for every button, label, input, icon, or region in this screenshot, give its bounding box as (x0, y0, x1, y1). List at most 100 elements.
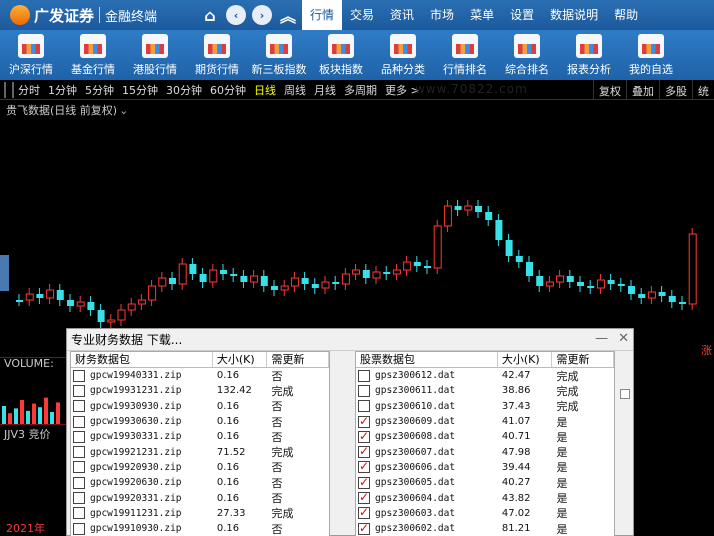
list-item[interactable]: gpcw19940331.zip 0.16 否 (71, 368, 329, 383)
toolbar-button[interactable]: 期货行情 (186, 30, 248, 80)
period-tab[interactable]: 15分钟 (118, 82, 162, 98)
column-header[interactable]: 财务数据包 (71, 352, 213, 367)
list-item[interactable]: gpsz300611.dat 38.86 完成 (356, 383, 614, 398)
list-item[interactable]: gpsz300608.dat 40.71 是 (356, 429, 614, 444)
column-header[interactable]: 需更新 (267, 352, 329, 367)
home-icon[interactable]: ⌂ (200, 5, 220, 25)
checkbox[interactable] (358, 444, 370, 459)
column-header[interactable]: 大小(K) (213, 352, 268, 367)
toolbar-button[interactable]: 新三板指数 (248, 30, 310, 80)
dialog-checkbox[interactable] (620, 389, 630, 399)
stock-package-list[interactable]: 股票数据包 大小(K) 需更新 gpsz300612.dat 42.47 完成 gpsz3… (355, 351, 615, 536)
period-tab[interactable]: 日线 (250, 82, 280, 98)
period-tab[interactable]: 月线 (310, 82, 340, 98)
chart-title[interactable]: 贵飞数据(日线 前复权) ⌄ (6, 102, 128, 118)
period-tab[interactable]: 5分钟 (81, 82, 118, 98)
period-tab[interactable]: 1分钟 (44, 82, 81, 98)
chart-option-button[interactable]: 复权 (593, 80, 626, 100)
candle-body (433, 225, 442, 269)
column-header[interactable]: 需更新 (552, 352, 614, 367)
checkbox[interactable] (73, 400, 85, 413)
toolbar-button[interactable]: 基金行情 (62, 30, 124, 80)
checkbox[interactable] (358, 429, 370, 443)
period-tab[interactable]: 60分钟 (206, 82, 250, 98)
chevron-down-icon[interactable]: ⌄ (119, 104, 128, 117)
toolbar-button[interactable]: 报表分析 (558, 30, 620, 80)
list-item[interactable]: gpcw19930930.zip 0.16 否 (71, 399, 329, 414)
menu-item[interactable]: 菜单 (462, 0, 502, 30)
list-item[interactable]: gpsz300604.dat 43.82 是 (356, 490, 614, 505)
checkbox[interactable] (358, 490, 370, 505)
checkbox[interactable] (358, 369, 370, 382)
list-item[interactable]: gpsz300612.dat 42.47 完成 (356, 368, 614, 383)
checkbox[interactable] (73, 415, 85, 428)
checkbox[interactable] (73, 446, 85, 459)
back-icon[interactable]: ‹ (226, 5, 246, 25)
list-item[interactable]: gpsz300602.dat 81.21 是 (356, 521, 614, 536)
list-item[interactable]: gpsz300607.dat 47.98 是 (356, 444, 614, 459)
checkbox[interactable] (358, 400, 370, 413)
list-item[interactable]: gpcw19930331.zip 0.16 否 (71, 429, 329, 444)
list-item[interactable]: gpcw19910930.zip 0.16 否 (71, 521, 329, 536)
period-tab[interactable]: 分时 (14, 82, 44, 98)
list-item[interactable]: gpsz300603.dat 47.02 是 (356, 505, 614, 521)
list-item[interactable]: gpsz300605.dat 40.27 是 (356, 475, 614, 490)
menu-item[interactable]: 交易 (342, 0, 382, 30)
list-item[interactable]: gpcw19920930.zip 0.16 否 (71, 460, 329, 475)
toolbar-button[interactable]: 沪深行情 (0, 30, 62, 80)
checkbox[interactable] (73, 522, 85, 535)
checkbox[interactable] (73, 476, 85, 489)
toolbar-button[interactable]: 我的自选 (620, 30, 682, 80)
close-icon[interactable]: ✕ (618, 332, 629, 345)
minimize-icon[interactable]: — (595, 332, 608, 345)
list-item[interactable]: gpsz300610.dat 37.43 完成 (356, 399, 614, 414)
menu-item[interactable]: 市场 (422, 0, 462, 30)
checkbox[interactable] (73, 384, 85, 397)
toolbar-button[interactable]: 板块指数 (310, 30, 372, 80)
checkbox[interactable] (73, 369, 85, 382)
checkbox[interactable] (73, 461, 85, 474)
period-tab[interactable]: 多周期 (340, 82, 381, 98)
list-item[interactable]: gpcw19931231.zip 132.42 完成 (71, 383, 329, 398)
checkbox[interactable] (358, 414, 370, 428)
menu-item[interactable]: 数据说明 (542, 0, 606, 30)
forward-icon[interactable]: › (252, 5, 272, 25)
kline-chart[interactable] (0, 100, 714, 358)
chart-option-button[interactable]: 多股 (659, 80, 692, 100)
checkbox[interactable] (358, 505, 370, 520)
menu-item[interactable]: 资讯 (382, 0, 422, 30)
period-tab[interactable]: 30分钟 (162, 82, 206, 98)
column-header[interactable]: 股票数据包 (356, 352, 498, 367)
toolbar-button[interactable]: 品种分类 (372, 30, 434, 80)
finance-package-list[interactable]: 财务数据包 大小(K) 需更新 gpcw19940331.zip 0.16 否 gpcw1… (70, 351, 330, 536)
chart-icon (80, 34, 106, 58)
toolbar-button[interactable]: 综合排名 (496, 30, 558, 80)
chart-option-button[interactable]: 统 (692, 80, 714, 100)
list-item[interactable]: gpcw19921231.zip 71.52 完成 (71, 444, 329, 459)
list-item[interactable]: gpsz300606.dat 39.44 是 (356, 459, 614, 475)
list-item[interactable]: gpsz300609.dat 41.07 是 (356, 414, 614, 429)
toolbar-button[interactable]: 港股行情 (124, 30, 186, 80)
list-item[interactable]: gpcw19930630.zip 0.16 否 (71, 414, 329, 429)
side-panel-toggle[interactable] (0, 255, 9, 291)
checkbox[interactable] (358, 459, 370, 474)
list-item[interactable]: gpcw19920331.zip 0.16 否 (71, 490, 329, 505)
checkbox[interactable] (73, 430, 85, 443)
checkbox[interactable] (358, 521, 370, 535)
checkbox[interactable] (358, 384, 370, 397)
menu-item[interactable]: 帮助 (606, 0, 646, 30)
column-header[interactable]: 大小(K) (498, 352, 553, 367)
period-tab[interactable]: 周线 (280, 82, 310, 98)
checkbox[interactable] (358, 475, 370, 489)
drag-handle[interactable] (4, 81, 14, 98)
toolbar-button[interactable]: 行情排名 (434, 30, 496, 80)
menu-item[interactable]: 设置 (502, 0, 542, 30)
checkbox[interactable] (73, 492, 85, 505)
collapse-up-icon[interactable]: ︽ (278, 5, 298, 26)
chart-option-button[interactable]: 叠加 (626, 80, 659, 100)
list-item[interactable]: gpcw19911231.zip 27.33 完成 (71, 506, 329, 521)
checkbox[interactable] (73, 507, 85, 520)
menu-item[interactable]: 行情 (302, 0, 343, 30)
list-item[interactable]: gpcw19920630.zip 0.16 否 (71, 475, 329, 490)
candle-body (189, 264, 197, 274)
